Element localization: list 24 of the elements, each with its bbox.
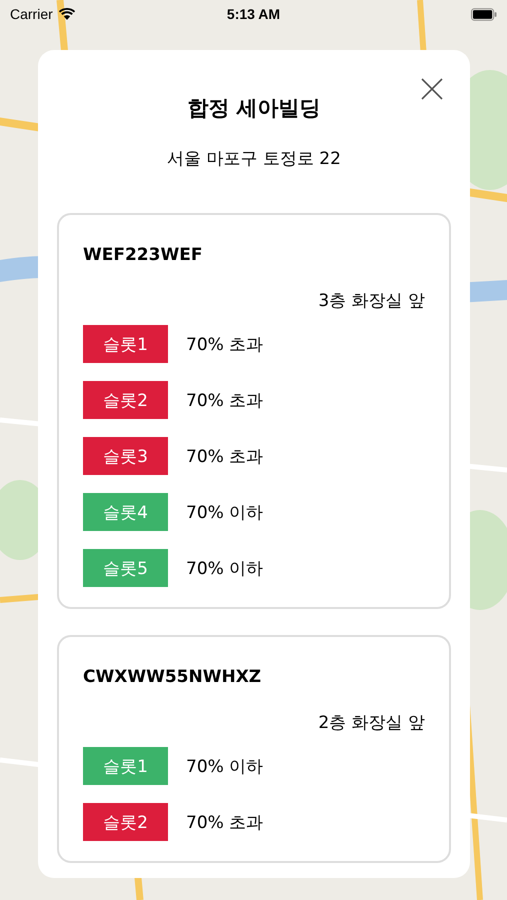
building-address: 서울 마포구 토정로 22 <box>166 148 342 171</box>
slot-status: 70% 이하 <box>186 756 264 778</box>
slot-status: 70% 초과 <box>186 812 264 834</box>
device-location: 2층 화장실 앞 <box>318 712 425 735</box>
device-location: 3층 화장실 앞 <box>318 290 425 313</box>
battery-icon <box>471 8 497 20</box>
slot-status: 70% 초과 <box>186 446 264 468</box>
slot-status: 70% 이하 <box>186 558 264 580</box>
slot-status: 70% 초과 <box>186 334 264 356</box>
slot-label: 슬롯5 <box>83 549 168 587</box>
wifi-icon <box>58 7 76 21</box>
slot-label: 슬롯1 <box>83 325 168 363</box>
slot-label: 슬롯3 <box>83 437 168 475</box>
clock-time: 5:13 AM <box>226 6 282 22</box>
device-name: WEF223WEF <box>83 244 204 267</box>
slot-label: 슬롯1 <box>83 747 168 785</box>
slot-status: 70% 초과 <box>186 390 264 412</box>
device-name: CWXWW55NWHXZ <box>83 666 262 689</box>
slot-label: 슬롯2 <box>83 803 168 841</box>
slot-label: 슬롯2 <box>83 381 168 419</box>
slot-status: 70% 이하 <box>186 502 264 524</box>
slot-label: 슬롯4 <box>83 493 168 531</box>
carrier-name: Carrier <box>10 6 53 22</box>
building-title: 합정 세아빌딩 <box>186 95 322 122</box>
